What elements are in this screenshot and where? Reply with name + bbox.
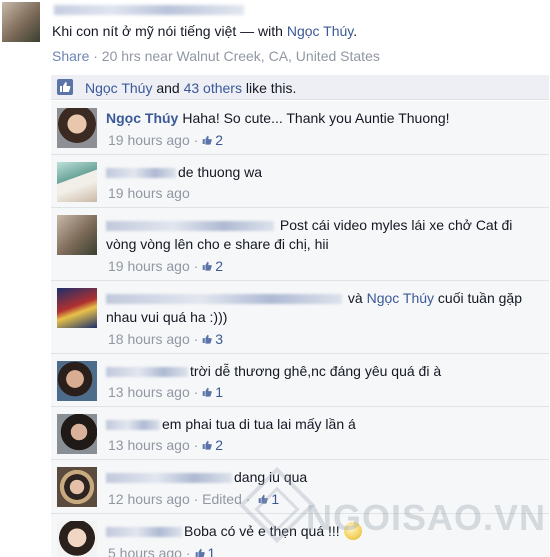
comment-time[interactable]: 12 hours ago — [108, 491, 190, 507]
like-thumb-icon — [202, 334, 213, 344]
watermark-text: NGOISAO.VN — [306, 497, 547, 538]
post-with-prefix: — with — [236, 23, 287, 39]
comment-like-count[interactable]: 1 — [208, 545, 216, 557]
poster-avatar[interactable] — [2, 2, 40, 42]
comment-like-count[interactable]: 2 — [215, 437, 223, 453]
comment-time[interactable]: 5 hours ago — [108, 545, 182, 557]
comment-body: dang iu qua — [106, 468, 541, 487]
comment-author-link[interactable]: Ngọc Thúy — [106, 110, 178, 126]
post-time-location: · 20 hrs near Walnut Creek, CA, United S… — [89, 48, 380, 64]
comment-text: de thuong wa — [178, 164, 263, 180]
comment-author-redacted — [106, 221, 274, 232]
comment-item: Ngọc Thúy Haha! So cute... Thank you Aunt… — [51, 101, 549, 155]
like-thumb-icon — [195, 548, 205, 557]
likes-suffix: like this. — [241, 80, 297, 96]
comment-author-redacted — [106, 294, 342, 305]
comment-avatar[interactable] — [57, 361, 97, 401]
post-text: Khi con nít ở mỹ nói tiếng việt — with N… — [52, 23, 357, 39]
comment-avatar[interactable] — [57, 414, 97, 454]
likes-others-link[interactable]: 43 others — [184, 80, 242, 96]
post-text-suffix: . — [353, 23, 358, 39]
comment-avatar[interactable] — [57, 162, 97, 202]
comment-meta: 19 hours ago · 2 — [108, 258, 224, 274]
comment-text: em phai tua di tua lai mấy lần á — [162, 416, 356, 432]
comment-time[interactable]: 13 hours ago — [108, 384, 190, 400]
comment-meta: 13 hours ago · 2 — [108, 437, 224, 453]
like-thumb-icon — [202, 261, 213, 271]
like-thumb-icon — [202, 440, 213, 450]
comment-item: de thuong wa 19 hours ago — [51, 155, 549, 208]
comment-avatar[interactable] — [57, 108, 97, 148]
comment-time[interactable]: 19 hours ago — [108, 258, 190, 274]
comment-body: và Ngọc Thúy cuối tuần gặp nhau vui quá … — [106, 289, 541, 327]
post-caption: Khi con nít ở mỹ nói tiếng việt — [52, 23, 237, 39]
comment-author-redacted — [106, 367, 188, 378]
comment-meta: 5 hours ago · 1 — [108, 545, 215, 557]
comment-and: và — [344, 290, 367, 306]
tagged-user-link[interactable]: Ngọc Thúy — [287, 23, 353, 39]
comment-time[interactable]: 13 hours ago — [108, 437, 190, 453]
comment-avatar[interactable] — [57, 288, 97, 328]
comment-meta: 19 hours ago · 2 — [108, 132, 224, 148]
comment-avatar[interactable] — [57, 467, 97, 507]
comment-mention-link[interactable]: Ngọc Thúy — [367, 290, 434, 306]
comment-time[interactable]: 19 hours ago — [108, 132, 190, 148]
comment-avatar[interactable] — [57, 215, 97, 255]
comment-body: de thuong wa — [106, 163, 541, 182]
comment-list: Ngọc Thúy Haha! So cute... Thank you Aunt… — [51, 101, 549, 557]
comment-author-redacted — [106, 473, 232, 484]
comment-item: và Ngọc Thúy cuối tuần gặp nhau vui quá … — [51, 281, 549, 354]
comment-like-count[interactable]: 2 — [215, 258, 223, 274]
post-header: Khi con nít ở mỹ nói tiếng việt — with N… — [0, 0, 550, 70]
like-thumb-icon — [57, 79, 73, 95]
comment-text: Haha! So cute... Thank you Auntie Thuong… — [182, 110, 450, 126]
comment-author-redacted — [106, 168, 176, 179]
comment-author-redacted — [106, 420, 160, 431]
share-link[interactable]: Share — [52, 48, 89, 64]
comment-text: trời dễ thương ghê,nc đáng yêu quá đi à — [190, 363, 442, 379]
comment-author-redacted — [106, 527, 182, 538]
comment-like-count[interactable]: 3 — [215, 331, 223, 347]
comment-body: Post cái video myles lái xe chở Cat đi v… — [106, 216, 541, 254]
comment-meta: 18 hours ago · 3 — [108, 331, 224, 347]
comment-meta: 19 hours ago — [108, 185, 190, 201]
comment-time[interactable]: 19 hours ago — [108, 185, 190, 201]
comment-time[interactable]: 18 hours ago — [108, 331, 190, 347]
comment-meta: 13 hours ago · 1 — [108, 384, 224, 400]
poster-name-redacted — [54, 5, 244, 15]
comment-avatar[interactable] — [57, 521, 97, 557]
likes-and: and — [152, 80, 184, 96]
like-thumb-icon — [202, 387, 213, 397]
comment-body: trời dễ thương ghê,nc đáng yêu quá đi à — [106, 362, 541, 381]
likes-summary: Ngọc Thúy and 43 others like this. — [51, 75, 549, 100]
comment-like-count[interactable]: 1 — [215, 384, 223, 400]
comment-body: em phai tua di tua lai mấy lần á — [106, 415, 541, 434]
comment-item: Post cái video myles lái xe chở Cat đi v… — [51, 208, 549, 281]
comment-item: em phai tua di tua lai mấy lần á 13 hour… — [51, 407, 549, 460]
like-thumb-icon — [202, 135, 213, 145]
comment-like-count[interactable]: 2 — [215, 132, 223, 148]
comment-body: Ngọc Thúy Haha! So cute... Thank you Aunt… — [106, 109, 541, 128]
likes-name-link[interactable]: Ngọc Thúy — [85, 80, 152, 96]
comment-item: trời dễ thương ghê,nc đáng yêu quá đi à … — [51, 354, 549, 407]
post-meta: Share · 20 hrs near Walnut Creek, CA, Un… — [52, 48, 380, 64]
